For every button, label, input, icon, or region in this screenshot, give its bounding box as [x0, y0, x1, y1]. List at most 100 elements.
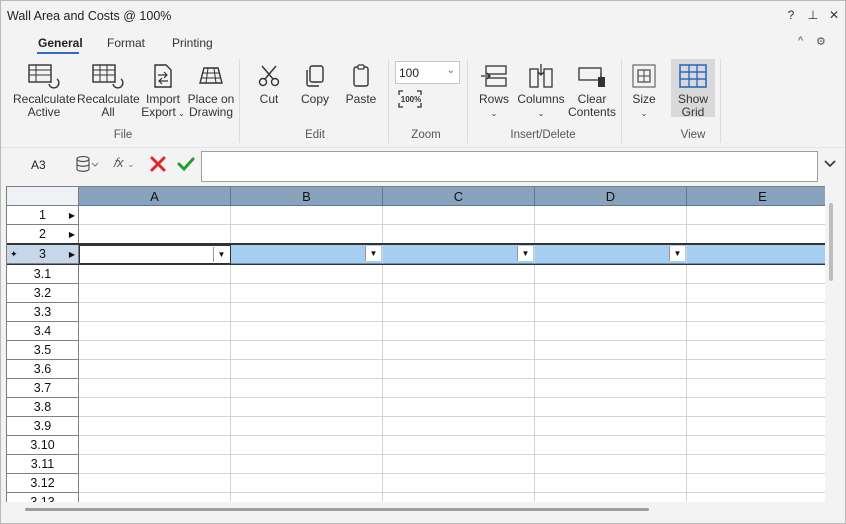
import-export-button[interactable]: Import Export ⌄ — [141, 63, 185, 120]
row-header[interactable]: 3.1 — [7, 265, 79, 284]
row-header[interactable]: 3.2 — [7, 284, 79, 303]
grid-cell[interactable] — [687, 379, 825, 398]
row-header[interactable]: 3.5 — [7, 341, 79, 360]
row-header[interactable]: 3.12 — [7, 474, 79, 493]
row-header[interactable]: 3.6 — [7, 360, 79, 379]
grid-cell[interactable] — [383, 493, 535, 502]
grid-cell[interactable] — [535, 225, 687, 244]
cancel-icon[interactable] — [149, 155, 167, 176]
grid-cell[interactable] — [535, 379, 687, 398]
place-on-drawing-button[interactable]: Place on Drawing — [187, 63, 235, 119]
grid-cell[interactable] — [231, 436, 383, 455]
grid-cell[interactable] — [79, 284, 231, 303]
column-header-a[interactable]: A — [79, 187, 231, 206]
clear-contents-button[interactable]: Clear Contents — [567, 63, 617, 119]
grid-cell[interactable] — [687, 398, 825, 417]
tab-general[interactable]: General — [38, 36, 83, 50]
grid-cell[interactable] — [231, 284, 383, 303]
grid-cell[interactable] — [79, 455, 231, 474]
grid-cell[interactable] — [383, 417, 535, 436]
grid-cell[interactable] — [687, 417, 825, 436]
grid-cell[interactable]: ▼ — [79, 245, 231, 264]
grid-cell[interactable] — [535, 284, 687, 303]
grid-cell[interactable] — [231, 379, 383, 398]
row-header[interactable]: 1 ▶ — [7, 206, 79, 225]
row-header[interactable]: 3.11 — [7, 455, 79, 474]
settings-icon[interactable]: ⚙ — [816, 35, 826, 48]
dropdown-arrow-icon[interactable]: ▼ — [669, 246, 685, 261]
grid-cell[interactable] — [383, 455, 535, 474]
cut-button[interactable]: Cut — [251, 63, 287, 106]
dropdown-arrow-icon[interactable]: ▼ — [365, 246, 381, 261]
close-icon[interactable]: ✕ — [827, 8, 841, 22]
grid-cell[interactable] — [79, 206, 231, 225]
column-header-e[interactable]: E — [687, 187, 825, 206]
row-header[interactable]: 3.9 — [7, 417, 79, 436]
tab-format[interactable]: Format — [107, 36, 145, 50]
pin-icon[interactable]: ⊥ — [806, 8, 820, 22]
expand-row-icon[interactable]: ▶ — [69, 206, 75, 225]
show-grid-button[interactable]: Show Grid — [673, 63, 713, 119]
expand-row-icon[interactable]: ▶ — [69, 225, 75, 244]
grid-cell[interactable] — [535, 474, 687, 493]
grid-cell[interactable] — [687, 284, 825, 303]
grid-cell[interactable] — [383, 398, 535, 417]
grid-cell[interactable] — [687, 455, 825, 474]
column-header-b[interactable]: B — [231, 187, 383, 206]
grid-cell[interactable]: ▼ — [535, 245, 687, 264]
grid-cell[interactable] — [231, 206, 383, 225]
collapse-ribbon-icon[interactable]: ^ — [798, 35, 803, 47]
copy-button[interactable]: Copy — [297, 63, 333, 106]
grid-cell[interactable]: ▼ — [383, 245, 535, 264]
grid-cell[interactable] — [79, 474, 231, 493]
grid-cell[interactable] — [79, 417, 231, 436]
tab-printing[interactable]: Printing — [172, 36, 213, 50]
horizontal-scrollbar[interactable] — [25, 508, 649, 511]
grid-cell[interactable] — [687, 474, 825, 493]
dropdown-arrow-icon[interactable]: ▼ — [517, 246, 533, 261]
grid-cell[interactable] — [687, 303, 825, 322]
row-header[interactable]: 3.10 — [7, 436, 79, 455]
grid-cell[interactable] — [79, 398, 231, 417]
grid-cell[interactable] — [535, 322, 687, 341]
grid-cell[interactable] — [231, 360, 383, 379]
grid-cell[interactable] — [687, 341, 825, 360]
grid-cell[interactable] — [231, 265, 383, 284]
grid-cell[interactable] — [535, 455, 687, 474]
grid-cell[interactable] — [231, 225, 383, 244]
grid-cell[interactable] — [79, 360, 231, 379]
grid-cell[interactable] — [231, 417, 383, 436]
grid-cell[interactable] — [383, 265, 535, 284]
grid-cell[interactable] — [79, 493, 231, 502]
grid-cell[interactable] — [79, 322, 231, 341]
grid-cell[interactable] — [687, 225, 825, 244]
grid-cell[interactable] — [231, 398, 383, 417]
grid-cell[interactable] — [535, 341, 687, 360]
grid-cell[interactable] — [687, 436, 825, 455]
grid-cell[interactable] — [383, 206, 535, 225]
rows-button[interactable]: Rows ⌄ — [475, 63, 513, 120]
grid-cell[interactable] — [535, 303, 687, 322]
row-header[interactable]: 2 ▶ — [7, 225, 79, 244]
grid-cell[interactable] — [535, 417, 687, 436]
grid-cell[interactable] — [231, 303, 383, 322]
grid-cell[interactable] — [535, 436, 687, 455]
grid-cell[interactable] — [231, 455, 383, 474]
grid-cell[interactable] — [687, 360, 825, 379]
expand-formula-icon[interactable] — [824, 159, 836, 172]
grid-cell[interactable] — [687, 322, 825, 341]
grid-cell[interactable] — [79, 436, 231, 455]
zoom-select[interactable]: 100 ⌄ — [395, 61, 460, 84]
vertical-scrollbar[interactable] — [829, 203, 833, 281]
formula-input[interactable] — [201, 151, 818, 182]
paste-button[interactable]: Paste — [343, 63, 379, 106]
confirm-icon[interactable] — [177, 155, 195, 176]
row-header[interactable]: ✦ 3 ▶ — [7, 245, 79, 264]
grid-cell[interactable] — [383, 360, 535, 379]
grid-cell[interactable] — [79, 265, 231, 284]
grid-cell[interactable] — [383, 341, 535, 360]
column-header-c[interactable]: C — [383, 187, 535, 206]
grid-cell[interactable] — [535, 398, 687, 417]
grid-cell[interactable]: ▼ — [231, 245, 383, 264]
grid-cell[interactable] — [535, 360, 687, 379]
